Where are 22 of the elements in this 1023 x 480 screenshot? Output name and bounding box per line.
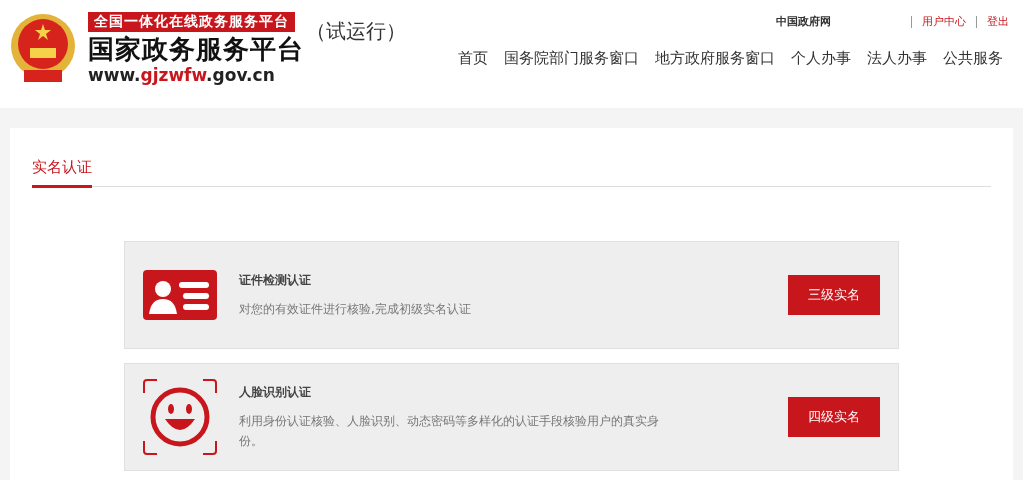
section-tab[interactable]: 实名认证 (32, 152, 92, 188)
verify-button[interactable]: 四级实名 (788, 397, 880, 437)
nav-item[interactable]: 首页 (452, 49, 494, 68)
card-title: 证件检测认证 (239, 271, 312, 289)
card-description: 对您的有效证件进行核验,完成初级实名认证 (239, 300, 472, 318)
top-link[interactable]: 中国政府网 (776, 14, 831, 29)
national-emblem-icon (10, 12, 76, 84)
top-link[interactable]: 登出 (987, 14, 1009, 29)
nav-item[interactable]: 个人办事 (785, 49, 857, 68)
card-title: 人脸识别认证 (239, 383, 312, 401)
verify-button[interactable]: 三级实名 (788, 275, 880, 315)
logo-banner: 全国一体化在线政务服务平台 (88, 12, 295, 32)
nav-item[interactable]: 法人办事 (861, 49, 933, 68)
top-link[interactable]: 用户中心 (922, 14, 966, 29)
smiley-face-icon (143, 379, 217, 455)
nav-item[interactable]: 地方政府服务窗口 (649, 49, 781, 68)
nav-item[interactable]: 公共服务 (937, 49, 1009, 68)
trial-label: （试运行） (306, 18, 406, 45)
nav-item[interactable]: 国务院部门服务窗口 (498, 49, 645, 68)
logo-url: www.gjzwfw.gov.cn (88, 66, 276, 84)
logo-title: 国家政务服务平台 (88, 33, 304, 66)
card-description: 利用身份认证核验、人脸识别、动态密码等多样化的认证手段核验用户的真实身份。 (239, 412, 659, 450)
